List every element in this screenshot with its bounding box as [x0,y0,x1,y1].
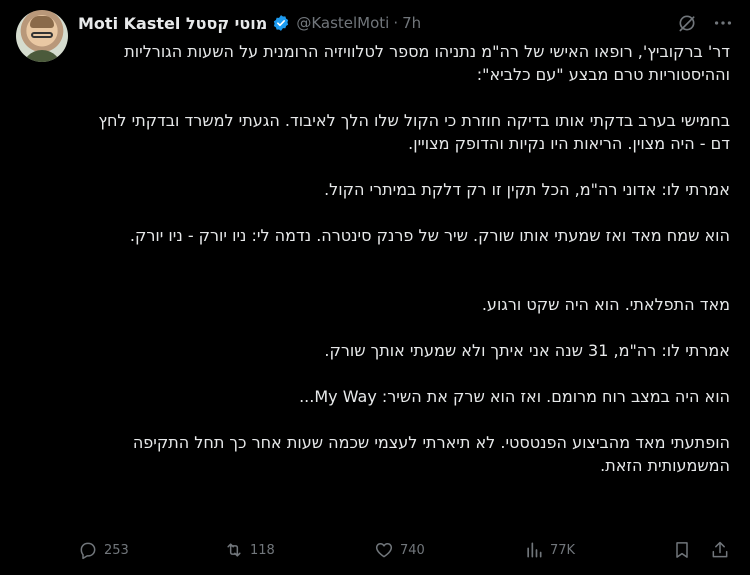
tweet: Moti Kastel מוטי קסטל @KastelMoti · 7h ד… [0,0,750,575]
tweet-text: דר' ברקוביץ', רופאו האישי של רה"מ נתניהו… [78,40,730,477]
bookmark-button[interactable] [672,538,698,562]
tweet-time[interactable]: 7h [402,14,421,32]
tweet-header: Moti Kastel מוטי קסטל @KastelMoti · 7h [78,12,421,34]
verified-badge-icon [274,15,289,31]
repost-count: 118 [250,542,275,558]
like-button[interactable]: 740 [374,538,425,562]
author-name[interactable]: Moti Kastel מוטי קסטל [78,14,267,33]
more-icon[interactable] [712,13,734,33]
avatar-glasses [31,32,53,38]
separator-dot: · [393,14,399,32]
share-button[interactable] [710,538,736,562]
tweet-paragraph: מאד התפלאתי. הוא היה שקט ורגוע. [481,295,730,314]
reply-count: 253 [104,542,129,558]
like-count: 740 [400,542,425,558]
share-icon [712,541,728,558]
like-icon [375,543,393,558]
views-button[interactable]: 77K [524,538,575,562]
repost-icon [227,543,241,557]
avatar[interactable] [16,10,68,62]
views-icon [527,542,542,558]
reply-button[interactable]: 253 [78,538,129,562]
repost-button[interactable]: 118 [224,538,275,562]
tweet-paragraph: אמרתי לו: רה"מ, 31 שנה אני איתך ולא שמעת… [324,341,730,360]
tweet-paragraph: הוא היה במצב רוח מרומם. ואז הוא שרק את ה… [299,387,730,406]
views-count: 77K [550,542,576,558]
author-handle[interactable]: @KastelMoti [296,14,389,32]
avatar-shirt [22,50,62,62]
avatar-hair [30,16,54,28]
action-bar: 253 118 740 77K [78,538,738,562]
tweet-paragraph: דר' ברקוביץ', רופאו האישי של רה"מ נתניהו… [124,42,730,84]
bookmark-icon [676,542,688,558]
tweet-paragraph: אמרתי לו: אדוני רה"מ, הכל תקין זו רק דלק… [324,180,730,199]
tweet-paragraph: הופתעתי מאד מהביצוע הפנטסטי. לא תיארתי ל… [132,433,730,475]
tweet-paragraph: הוא שמח מאד ואז שמעתי אותו שורק. שיר של … [129,226,730,245]
tweet-paragraph: בחמישי בערב בדקתי אותו בדיקה חוזרת כי הק… [98,111,730,153]
reply-icon [80,542,96,560]
grok-icon[interactable] [677,13,697,33]
